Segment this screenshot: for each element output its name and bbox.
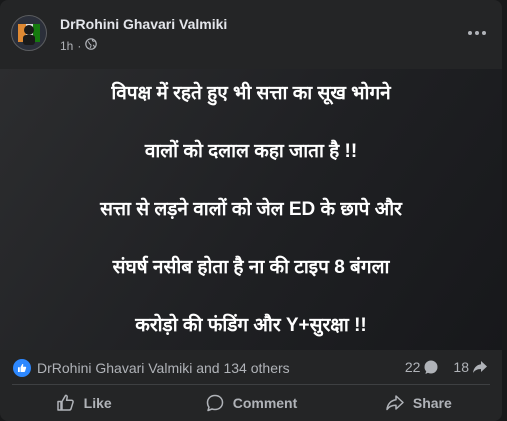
comment-bubble-icon [424,360,438,374]
share-label: Share [412,395,452,411]
engagement-counts: 22 18 [391,359,488,375]
more-options-icon[interactable] [466,24,488,42]
reactions-bar: DrRohini Ghavari Valmiki and 134 others … [0,354,502,384]
shares-count[interactable]: 18 [453,359,488,375]
post-text-line: वालों को दलाल कहा जाता है !! [144,141,358,162]
post-image-text: विपक्ष में रहते हुए भी सत्ता का सूख भोगन… [11,50,491,369]
post-text-line: विपक्ष में रहते हुए भी सत्ता का सूख भोगन… [111,83,391,104]
share-icon [386,395,404,411]
post-text-line: संघर्ष नसीब होता है ना की टाइप 8 बंगला [112,257,390,278]
comments-count-value: 22 [404,359,421,375]
thumbs-up-icon [56,394,74,411]
comment-label: Comment [232,395,298,411]
post-text-line: सत्ता से लड़ने वालों को जेल ED के छापे औ… [100,199,402,220]
reaction-names[interactable]: DrRohini Ghavari Valmiki and 134 others [37,360,290,376]
post-text-line: करोड़ो की फंडिंग और Y+सुरक्षा !! [135,315,367,336]
comment-button[interactable]: Comment [167,385,334,421]
like-button[interactable]: Like [0,385,167,421]
post-card: DrRohini Ghavari Valmiki 1h · विपक्ष में… [0,0,502,421]
shares-count-value: 18 [453,359,469,375]
like-label: Like [83,395,112,411]
like-reaction-icon[interactable] [13,359,31,377]
avatar[interactable] [11,15,47,51]
share-arrow-icon [473,361,487,373]
share-button[interactable]: Share [335,385,502,421]
author-name[interactable]: DrRohini Ghavari Valmiki [60,16,227,32]
comments-count[interactable]: 22 [405,359,440,375]
comment-icon [206,394,223,412]
action-bar: Like Comment Share [0,385,502,421]
post-image[interactable]: विपक्ष में रहते हुए भी सत्ता का सूख भोगन… [0,69,502,350]
